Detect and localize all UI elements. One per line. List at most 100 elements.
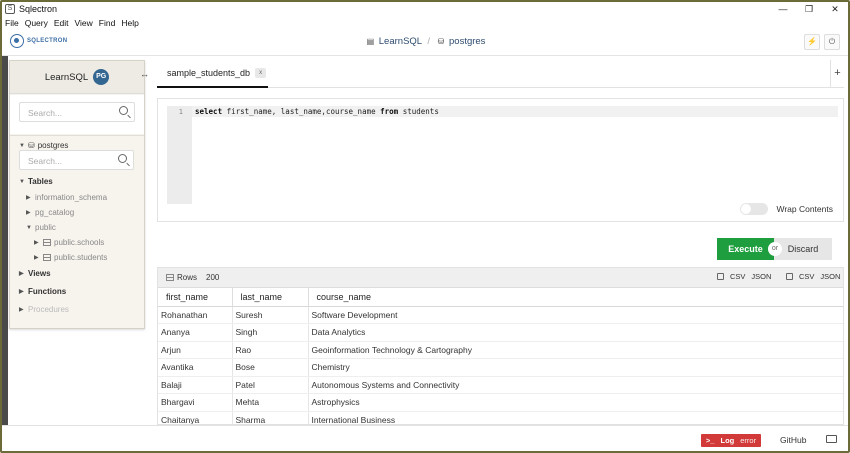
separator: / [427, 36, 431, 47]
copy-csv-button[interactable]: CSV [730, 272, 745, 281]
cell[interactable]: Rohanathan [158, 306, 233, 324]
column-header[interactable]: course_name [308, 288, 843, 307]
discard-button[interactable]: Discard [774, 238, 832, 260]
chevron-right-icon: ▶ [19, 289, 24, 295]
column-header[interactable]: first_name [158, 288, 233, 307]
cell[interactable]: Chaitanya [158, 411, 233, 424]
tree-procedures[interactable]: ▶ Procedures [19, 305, 69, 314]
cell[interactable]: Data Analytics [308, 323, 843, 342]
search-icon [119, 106, 128, 115]
tree-db-postgres[interactable]: ▼ ⛁ postgres [19, 141, 68, 150]
chevron-down-icon: ▼ [19, 142, 25, 149]
wrap-contents-control: Wrap Contents [740, 203, 833, 215]
copy-json-button[interactable]: JSON [751, 272, 771, 281]
copy-icon[interactable] [717, 273, 724, 280]
keyboard-icon[interactable] [826, 435, 837, 443]
database-name: postgres [449, 36, 486, 47]
terminal-icon: >_ [705, 436, 715, 445]
save-export-tools: CSV JSON [780, 272, 840, 281]
close-tab-icon[interactable]: x [255, 68, 267, 78]
cell[interactable]: Ananya [158, 323, 233, 342]
chevron-down-icon: ▼ [26, 224, 32, 231]
minimize-button[interactable]: — [770, 2, 796, 16]
tree-views[interactable]: ▶ Views [19, 269, 51, 278]
cell[interactable]: Autonomous Systems and Connectivity [308, 376, 843, 394]
cell[interactable]: Rao [232, 341, 309, 359]
sidebar: LearnSQL PG Search... ▼ ⛁ postgres Searc… [9, 60, 145, 329]
chevron-right-icon: ▶ [26, 195, 31, 201]
cell[interactable]: Bhargavi [158, 393, 233, 412]
maximize-button[interactable]: ❐ [796, 2, 822, 16]
chevron-right-icon: ▶ [19, 271, 24, 277]
table-icon [166, 274, 174, 281]
cell[interactable]: Bose [232, 358, 309, 377]
wrap-contents-label: Wrap Contents [776, 204, 833, 214]
cell[interactable]: Avantika [158, 358, 233, 377]
sidebar-connection-name: LearnSQL [44, 71, 89, 83]
results-table: first_name last_name course_name Rohanat… [158, 288, 843, 424]
rows-info: Rows 200 [166, 273, 219, 282]
app-window: S Sqlectron — ❐ ✕ File Query Edit View F… [0, 0, 850, 453]
add-tab-button[interactable]: + [830, 60, 844, 88]
save-json-button[interactable]: JSON [820, 272, 840, 281]
or-label: or [768, 242, 782, 256]
cell[interactable]: Software Development [308, 306, 843, 324]
column-header[interactable]: last_name [232, 288, 309, 307]
menu-file[interactable]: File [2, 18, 22, 28]
tree-functions[interactable]: ▶ Functions [19, 287, 66, 296]
power-icon[interactable]: ⏻ [824, 34, 840, 50]
execute-button[interactable]: Execute [717, 238, 774, 260]
table-row: Rohanathan Suresh Software Development [158, 306, 843, 324]
close-button[interactable]: ✕ [822, 2, 848, 16]
tree-table-students[interactable]: ▶ public.students [34, 253, 107, 262]
menu-find[interactable]: Find [96, 18, 119, 28]
cell[interactable]: Sharma [232, 411, 309, 424]
cell[interactable]: Mehta [232, 393, 309, 412]
save-icon[interactable] [786, 273, 793, 280]
tree-table-schools[interactable]: ▶ public.schools [34, 238, 104, 247]
sql-editor[interactable]: 1 select first_name, last_name,course_na… [157, 98, 844, 222]
db-search-input[interactable]: Search... [19, 150, 134, 170]
title-bar: S Sqlectron — ❐ ✕ [2, 2, 848, 16]
table-icon [43, 254, 51, 261]
cell[interactable]: Arjun [158, 341, 233, 359]
query-actions: Execute Discard or [717, 238, 832, 260]
collapse-sidebar-handle[interactable] [2, 56, 8, 425]
database-icon: ⛁ [28, 141, 35, 150]
plug-icon[interactable]: ⚡ [804, 34, 820, 50]
results-panel: Rows 200 CSV JSON CSV JSON first_name la… [157, 267, 844, 425]
tree-schema-information[interactable]: ▶ information_schema [26, 193, 107, 202]
cell[interactable]: Astrophysics [308, 393, 843, 412]
sidebar-search-input[interactable]: Search... [19, 102, 135, 122]
table-row: Avantika Bose Chemistry [158, 358, 843, 377]
editor-gutter: 1 [167, 106, 192, 204]
github-link[interactable]: GitHub [780, 435, 806, 445]
cell[interactable]: Patel [232, 376, 309, 394]
menu-edit[interactable]: Edit [51, 18, 72, 28]
menu-query[interactable]: Query [22, 18, 51, 28]
log-error-button[interactable]: >_ Log error [701, 434, 761, 447]
cell[interactable]: Geoinformation Technology & Cartography [308, 341, 843, 359]
cell[interactable]: Singh [232, 323, 309, 342]
copy-export-tools: CSV JSON [711, 272, 771, 281]
table-row: Chaitanya Sharma International Business [158, 411, 843, 424]
chevron-down-icon: ▼ [19, 178, 25, 185]
cell[interactable]: International Business [308, 411, 843, 424]
server-icon: ▤ [366, 37, 375, 46]
save-csv-button[interactable]: CSV [799, 272, 814, 281]
tree-schema-pg-catalog[interactable]: ▶ pg_catalog [26, 208, 74, 217]
tree-schema-public[interactable]: ▼ public [26, 223, 56, 232]
wrap-contents-toggle[interactable] [740, 203, 769, 215]
cell[interactable]: Balaji [158, 376, 233, 394]
cell[interactable]: Suresh [232, 306, 309, 324]
menu-help[interactable]: Help [118, 18, 141, 28]
menu-view[interactable]: View [72, 18, 96, 28]
chevron-right-icon: ▶ [19, 307, 24, 313]
resize-arrows-icon[interactable]: ↔ [140, 69, 149, 79]
chevron-right-icon: ▶ [34, 240, 39, 246]
tab-sample-students-db[interactable]: sample_students_db x [157, 60, 268, 88]
cell[interactable]: Chemistry [308, 358, 843, 377]
table-header-row: first_name last_name course_name [158, 288, 843, 307]
tree-tables[interactable]: ▼ Tables [19, 177, 53, 186]
sql-code[interactable]: select first_name, last_name,course_name… [195, 107, 439, 116]
